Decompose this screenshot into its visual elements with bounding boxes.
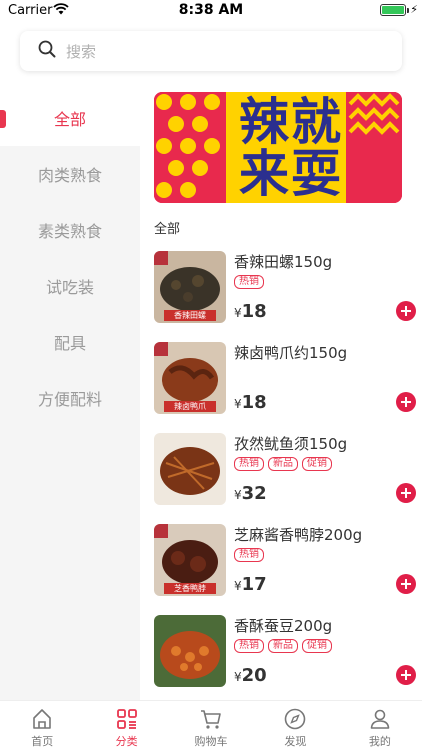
sidebar-item-condiments[interactable]: 方便配料 xyxy=(0,370,140,426)
sidebar-item-accessories[interactable]: 配具 xyxy=(0,314,140,370)
tag-new: 新品 xyxy=(268,639,298,653)
sidebar-item-label: 素类熟食 xyxy=(37,222,102,241)
product-image xyxy=(154,615,226,687)
section-title: 全部 xyxy=(154,222,181,237)
product-image: 辣卤鸭爪 xyxy=(154,342,226,414)
product-image-caption: 辣卤鸭爪 xyxy=(174,402,206,411)
tag-hot: 热销 xyxy=(234,639,264,653)
plus-icon xyxy=(401,579,411,589)
search-bar[interactable]: 搜索 xyxy=(20,31,402,71)
currency-symbol: ¥ xyxy=(234,670,242,684)
product-price: ¥20 xyxy=(234,665,267,686)
sidebar-item-label: 全部 xyxy=(53,110,86,129)
cart-icon xyxy=(201,710,221,729)
category-icon xyxy=(116,709,137,729)
promo-banner[interactable]: 辣就来耍 xyxy=(154,92,402,203)
price-amount: 20 xyxy=(241,665,267,686)
product-item[interactable]: 孜然鱿鱼须150g 热销 新品 促销 ¥32 xyxy=(154,433,416,513)
tab-label: 我的 xyxy=(368,735,391,748)
banner-text: 辣就来耍 xyxy=(239,93,343,203)
sidebar-item-vegetarian[interactable]: 素类熟食 xyxy=(0,202,140,258)
product-item[interactable]: 香辣田螺 香辣田螺150g 热销 ¥18 xyxy=(154,251,416,331)
clock: 8:38 AM xyxy=(178,2,244,18)
product-price: ¥32 xyxy=(234,483,267,504)
product-item[interactable]: 芝香鸭脖 芝麻酱香鸭脖200g 热销 ¥17 xyxy=(154,524,416,604)
search-icon xyxy=(38,40,56,62)
tab-label: 首页 xyxy=(31,735,54,748)
tab-discover[interactable]: 发现 xyxy=(253,701,337,750)
product-image: 香辣田螺 xyxy=(154,251,226,323)
profile-icon xyxy=(370,709,390,729)
search-placeholder: 搜索 xyxy=(66,42,97,61)
product-tags: 热销 新品 促销 xyxy=(234,639,332,653)
add-to-cart-button[interactable] xyxy=(396,574,416,594)
product-name: 辣卤鸭爪约150g xyxy=(234,344,348,362)
product-list-panel: 辣就来耍 全部 香辣田螺 香辣田螺150g 热销 ¥18 辣卤鸭爪 辣卤鸭爪约1… xyxy=(140,90,422,700)
tab-category[interactable]: 分类 xyxy=(84,701,168,750)
sidebar-item-label: 肉类熟食 xyxy=(37,166,102,185)
product-name: 芝麻酱香鸭脖200g xyxy=(234,526,363,544)
add-to-cart-button[interactable] xyxy=(396,392,416,412)
tab-cart[interactable]: 购物车 xyxy=(169,701,253,750)
product-name: 香酥蚕豆200g xyxy=(234,617,333,635)
price-amount: 32 xyxy=(241,483,267,504)
compass-icon xyxy=(285,708,306,730)
product-item[interactable]: 辣卤鸭爪 辣卤鸭爪约150g ¥18 xyxy=(154,342,416,422)
price-amount: 18 xyxy=(241,301,267,322)
product-tags: 热销 xyxy=(234,548,264,562)
product-item[interactable]: 香酥蚕豆200g 热销 新品 促销 ¥20 xyxy=(154,615,416,695)
currency-symbol: ¥ xyxy=(234,579,242,593)
tag-promo: 促销 xyxy=(302,639,332,653)
price-amount: 18 xyxy=(241,392,267,413)
product-image-caption: 芝香鸭脖 xyxy=(174,584,206,593)
add-to-cart-button[interactable] xyxy=(396,483,416,503)
sidebar-item-all[interactable]: 全部 xyxy=(0,90,140,146)
plus-icon xyxy=(401,397,411,407)
plus-icon xyxy=(401,670,411,680)
product-image xyxy=(154,433,226,505)
charging-icon: ⚡ xyxy=(410,3,418,16)
bottom-tab-bar: 首页 分类 购物车 发现 我的 xyxy=(0,700,422,750)
active-indicator xyxy=(0,110,6,128)
sidebar-item-label: 试吃装 xyxy=(45,278,94,297)
product-image-caption: 香辣田螺 xyxy=(174,311,206,320)
tag-hot: 热销 xyxy=(234,457,264,471)
tab-label: 发现 xyxy=(284,735,307,748)
sidebar-item-label: 配具 xyxy=(53,334,86,353)
tag-new: 新品 xyxy=(268,457,298,471)
tag-promo: 促销 xyxy=(302,457,332,471)
tab-profile[interactable]: 我的 xyxy=(338,701,422,750)
tag-hot: 热销 xyxy=(234,275,264,289)
plus-icon xyxy=(401,488,411,498)
sidebar-item-samples[interactable]: 试吃装 xyxy=(0,258,140,314)
product-name: 孜然鱿鱼须150g xyxy=(234,435,348,453)
product-price: ¥17 xyxy=(234,574,267,595)
product-image: 芝香鸭脖 xyxy=(154,524,226,596)
currency-symbol: ¥ xyxy=(234,306,242,320)
product-tags: 热销 xyxy=(234,275,264,289)
currency-symbol: ¥ xyxy=(234,488,242,502)
price-amount: 17 xyxy=(241,574,267,595)
product-price: ¥18 xyxy=(234,301,267,322)
tab-label: 购物车 xyxy=(194,735,228,748)
currency-symbol: ¥ xyxy=(234,397,242,411)
sidebar-item-label: 方便配料 xyxy=(37,390,102,409)
battery-cap xyxy=(407,8,409,13)
battery-icon xyxy=(380,4,406,16)
product-tags: 热销 新品 促销 xyxy=(234,457,332,471)
tab-home[interactable]: 首页 xyxy=(0,701,84,750)
product-price: ¥18 xyxy=(234,392,267,413)
product-name: 香辣田螺150g xyxy=(234,253,333,271)
home-icon xyxy=(33,709,52,729)
status-bar: Carrier 8:38 AM ⚡ xyxy=(0,0,422,22)
tab-label: 分类 xyxy=(115,735,138,748)
category-sidebar: 全部 肉类熟食 素类熟食 试吃装 配具 方便配料 xyxy=(0,90,140,700)
tag-hot: 热销 xyxy=(234,548,264,562)
add-to-cart-button[interactable] xyxy=(396,301,416,321)
add-to-cart-button[interactable] xyxy=(396,665,416,685)
sidebar-item-meat[interactable]: 肉类熟食 xyxy=(0,146,140,202)
plus-icon xyxy=(401,306,411,316)
